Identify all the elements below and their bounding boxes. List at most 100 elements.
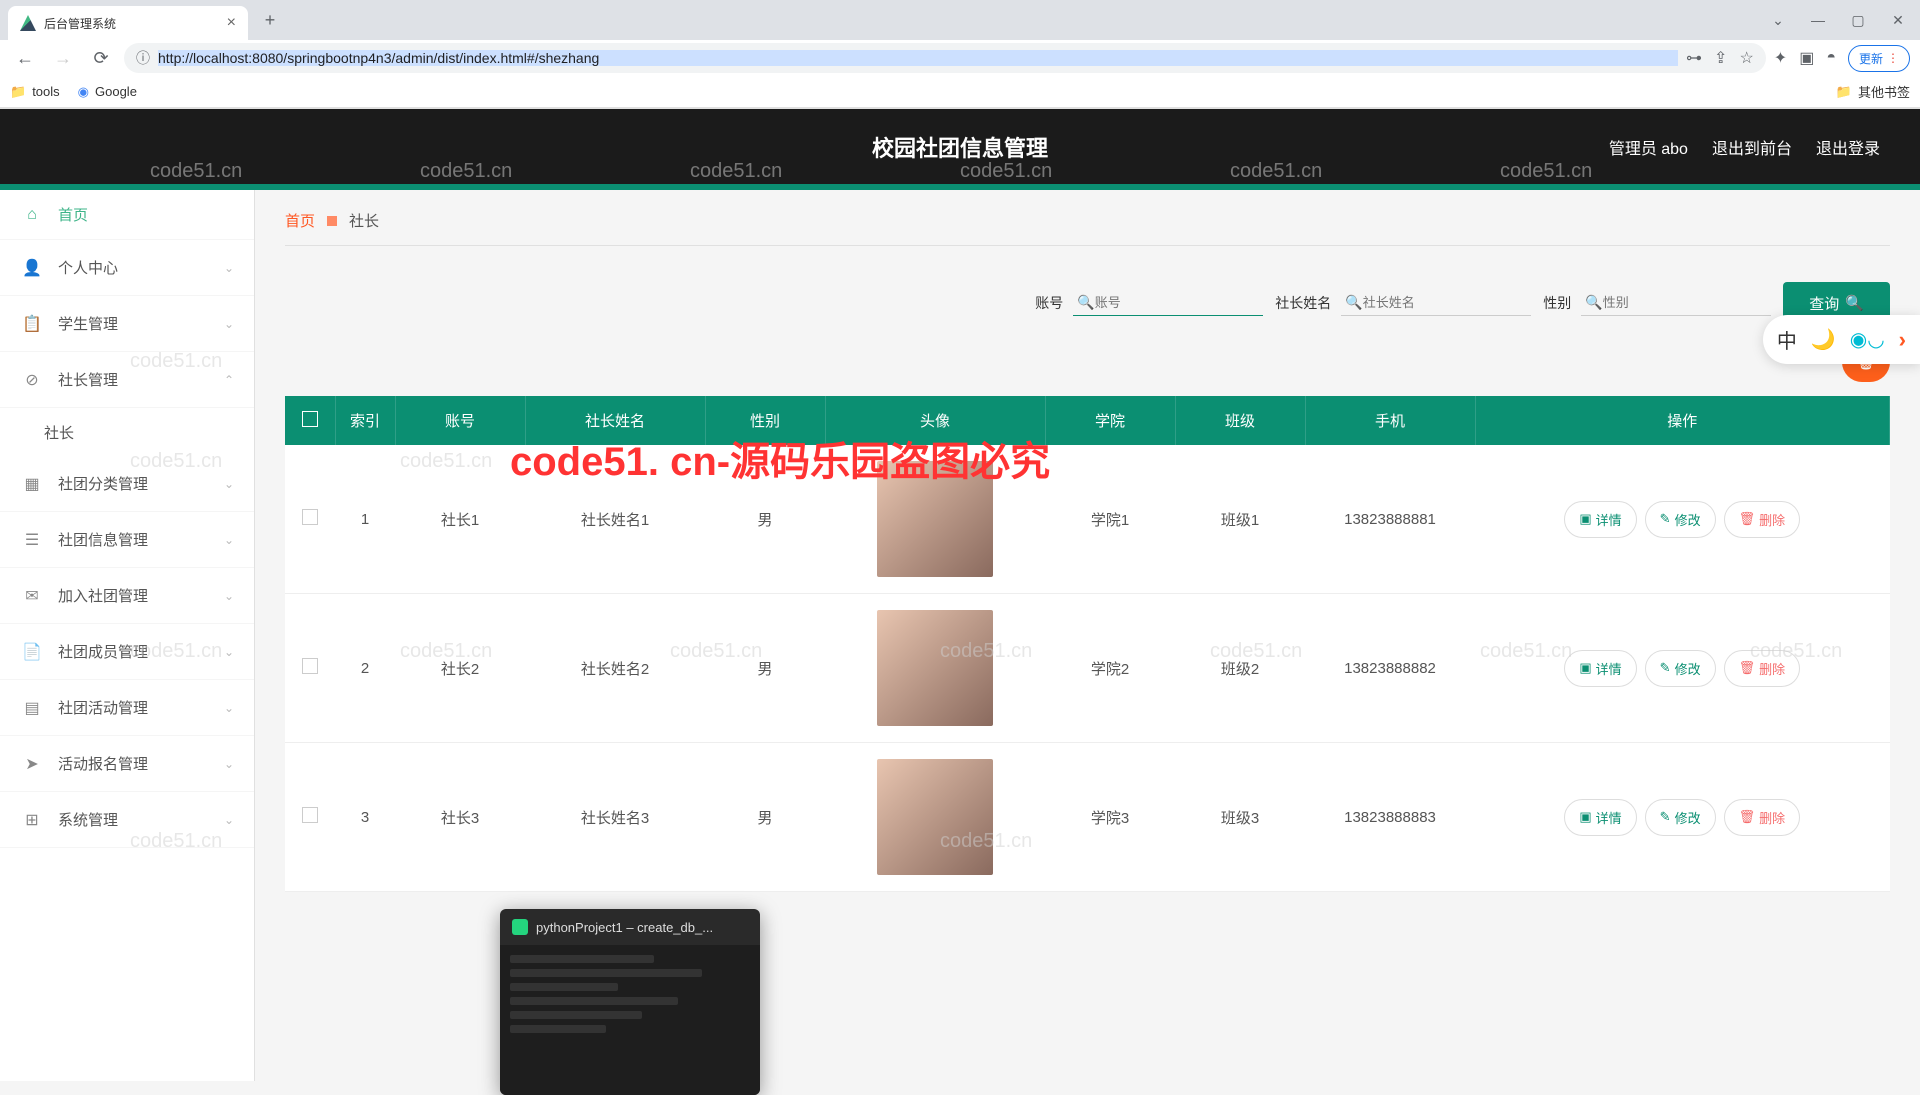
sidebar-item-category[interactable]: ▦ 社团分类管理 ⌄ <box>0 456 254 512</box>
bookmark-google[interactable]: ◉ Google <box>78 84 137 100</box>
col-action: 操作 <box>1475 396 1890 445</box>
circle-icon: ⊘ <box>20 370 44 390</box>
detail-button[interactable]: ▣ 详情 <box>1564 650 1636 687</box>
cell-actions: ▣ 详情 ✎ 修改 🗑 删除 <box>1475 445 1890 594</box>
col-index: 索引 <box>335 396 395 445</box>
sidebar-item-system[interactable]: ⊞ 系统管理 ⌄ <box>0 792 254 848</box>
chevron-down-icon: ⌄ <box>224 757 234 771</box>
row-checkbox[interactable] <box>302 807 318 823</box>
search-account-input[interactable] <box>1095 295 1271 310</box>
actions-row: 🗑 <box>285 342 1890 382</box>
select-all-checkbox[interactable] <box>302 411 318 427</box>
reload-button[interactable]: ⟳ <box>86 43 116 73</box>
search-icon: 🔍 <box>1845 294 1864 312</box>
sidebar-icon[interactable]: ▣ <box>1799 48 1814 68</box>
bookmark-other[interactable]: 📁 其他书签 <box>1836 82 1910 101</box>
cell-gender: 男 <box>705 594 825 743</box>
cell-class: 班级3 <box>1175 743 1305 892</box>
breadcrumb-home[interactable]: 首页 <box>285 210 315 231</box>
cell-index: 1 <box>335 445 395 594</box>
cell-college: 学院2 <box>1045 594 1175 743</box>
chevron-down-icon[interactable]: ⌄ <box>1764 6 1792 34</box>
search-account-label: 账号 <box>1035 293 1063 313</box>
col-gender: 性别 <box>705 396 825 445</box>
delete-button[interactable]: 🗑 删除 <box>1724 799 1801 836</box>
app-body: ⌂ 首页 👤 个人中心 ⌄ 📋 学生管理 ⌄ ⊘ 社长管理 ⌃ 社长 <box>0 190 1920 1081</box>
admin-label[interactable]: 管理员 abo <box>1609 135 1688 159</box>
theme-icon[interactable]: ◉◡ <box>1850 327 1885 352</box>
search-row: 账号 🔍 社长姓名 🔍 性别 🔍 <box>285 282 1890 324</box>
vue-icon <box>20 15 36 31</box>
cell-account: 社长3 <box>395 743 525 892</box>
search-name-label: 社长姓名 <box>1275 293 1331 313</box>
close-icon[interactable]: × <box>227 14 236 32</box>
cell-name: 社长姓名1 <box>525 445 705 594</box>
detail-button[interactable]: ▣ 详情 <box>1564 799 1636 836</box>
sidebar-item-member[interactable]: 📄 社团成员管理 ⌄ <box>0 624 254 680</box>
floating-tool[interactable]: 中 🌙 ◉◡ › <box>1763 315 1920 364</box>
trash-icon: 🗑 <box>1739 809 1756 825</box>
sidebar-item-profile[interactable]: 👤 个人中心 ⌄ <box>0 240 254 296</box>
google-icon: ◉ <box>78 84 89 100</box>
detail-icon: ▣ <box>1579 660 1591 676</box>
share-icon[interactable]: ⇪ <box>1714 48 1727 68</box>
sidebar-item-join[interactable]: ✉ 加入社团管理 ⌄ <box>0 568 254 624</box>
edit-button[interactable]: ✎ 修改 <box>1645 501 1716 538</box>
row-checkbox[interactable] <box>302 658 318 674</box>
moon-icon[interactable]: 🌙 <box>1811 327 1836 352</box>
taskbar-preview[interactable]: pythonProject1 – create_db_... <box>500 909 760 1095</box>
avatar-image <box>877 759 993 875</box>
logout-front-link[interactable]: 退出到前台 <box>1712 135 1792 159</box>
taskbar-preview-body <box>500 945 760 1095</box>
sidebar-item-student[interactable]: 📋 学生管理 ⌄ <box>0 296 254 352</box>
sidebar-item-home[interactable]: ⌂ 首页 <box>0 190 254 240</box>
url-box[interactable]: ⓘ http://localhost:8080/springbootnp4n3/… <box>124 43 1766 73</box>
delete-button[interactable]: 🗑 删除 <box>1724 501 1801 538</box>
url-text: http://localhost:8080/springbootnp4n3/ad… <box>158 50 1678 66</box>
sidebar-item-activity[interactable]: ▤ 社团活动管理 ⌄ <box>0 680 254 736</box>
logout-link[interactable]: 退出登录 <box>1816 135 1880 159</box>
trash-icon: 🗑 <box>1739 511 1756 527</box>
sidebar-item-president[interactable]: ⊘ 社长管理 ⌃ <box>0 352 254 408</box>
star-icon[interactable]: ☆ <box>1739 48 1753 68</box>
edit-icon: ✎ <box>1660 511 1671 527</box>
layout-icon: ▤ <box>20 698 44 718</box>
back-button[interactable]: ← <box>10 43 40 73</box>
detail-button[interactable]: ▣ 详情 <box>1564 501 1636 538</box>
list-icon: ☰ <box>20 530 44 550</box>
profile-icon[interactable]: ◓ <box>1826 49 1836 67</box>
folder-icon: 📁 <box>10 84 26 100</box>
folder-icon: 📁 <box>1836 84 1852 100</box>
update-button[interactable]: 更新⋮ <box>1848 45 1910 72</box>
breadcrumb: 首页 社长 <box>285 210 1890 246</box>
edit-button[interactable]: ✎ 修改 <box>1645 799 1716 836</box>
sidebar-item-club-info[interactable]: ☰ 社团信息管理 ⌄ <box>0 512 254 568</box>
cell-actions: ▣ 详情 ✎ 修改 🗑 删除 <box>1475 594 1890 743</box>
app-header: 校园社团信息管理 管理员 abo 退出到前台 退出登录 <box>0 109 1920 184</box>
maximize-icon[interactable]: ▢ <box>1844 6 1872 34</box>
row-checkbox[interactable] <box>302 509 318 525</box>
lang-icon[interactable]: 中 <box>1777 325 1797 354</box>
chevron-down-icon: ⌄ <box>224 589 234 603</box>
col-college: 学院 <box>1045 396 1175 445</box>
minimize-icon[interactable]: — <box>1804 6 1832 34</box>
search-icon: 🔍 <box>1077 294 1094 311</box>
bookmark-tools[interactable]: 📁 tools <box>10 84 60 100</box>
delete-button[interactable]: 🗑 删除 <box>1724 650 1801 687</box>
search-gender-label: 性别 <box>1543 293 1571 313</box>
info-icon: ⓘ <box>136 48 150 68</box>
sidebar-item-signup[interactable]: ➤ 活动报名管理 ⌄ <box>0 736 254 792</box>
edit-button[interactable]: ✎ 修改 <box>1645 650 1716 687</box>
forward-button[interactable]: → <box>48 43 78 73</box>
key-icon[interactable]: ⊶ <box>1686 48 1702 68</box>
extensions-icon[interactable]: ✦ <box>1774 48 1787 68</box>
home-icon: ⌂ <box>20 206 44 224</box>
search-name-input[interactable] <box>1363 295 1539 310</box>
browser-tab[interactable]: 后台管理系统 × <box>8 6 248 40</box>
close-window-icon[interactable]: ✕ <box>1884 6 1912 34</box>
trash-icon: 🗑 <box>1739 660 1756 676</box>
chevron-right-icon[interactable]: › <box>1899 327 1906 353</box>
sidebar-subitem-president[interactable]: 社长 <box>0 408 254 456</box>
search-gender-input[interactable] <box>1603 295 1779 310</box>
add-tab-button[interactable]: + <box>256 6 284 34</box>
